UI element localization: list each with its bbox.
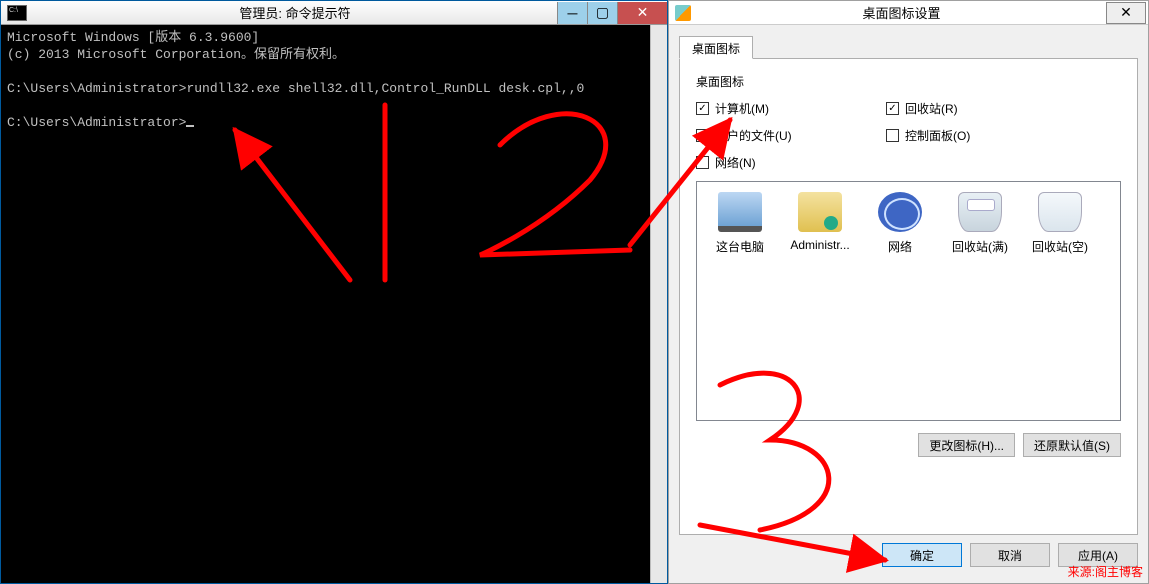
icon-user-files[interactable]: Administr... <box>781 192 859 252</box>
icon-label: 回收站(满) <box>941 238 1019 255</box>
checkbox-icon <box>696 156 709 169</box>
checkbox-label: 用户的文件(U) <box>715 127 792 144</box>
checkbox-icon <box>696 102 709 115</box>
tab-desktop-icons[interactable]: 桌面图标 <box>679 36 753 59</box>
checkbox-icon <box>886 129 899 142</box>
checkbox-computer[interactable]: 计算机(M) <box>696 100 886 117</box>
desktop-icon-settings-dialog: 桌面图标设置 ✕ 桌面图标 桌面图标 计算机(M) 回收站(R) <box>668 0 1149 584</box>
maximize-button[interactable]: ▢ <box>587 2 617 24</box>
checkbox-userfiles[interactable]: 用户的文件(U) <box>696 127 886 144</box>
checkbox-icon <box>696 129 709 142</box>
user-folder-icon <box>798 192 842 232</box>
cmd-titlebar[interactable]: 管理员: 命令提示符 ─ ▢ ✕ <box>1 1 667 25</box>
icon-list[interactable]: 这台电脑 Administr... 网络 回收站(满) <box>696 181 1121 421</box>
checkbox-network[interactable]: 网络(N) <box>696 154 886 171</box>
scrollbar[interactable] <box>650 25 667 583</box>
dialog-title: 桌面图标设置 <box>697 3 1106 22</box>
icon-recycle-full[interactable]: 回收站(满) <box>941 192 1019 255</box>
cmd-cursor <box>186 125 194 127</box>
checkbox-label: 网络(N) <box>715 154 756 171</box>
cmd-output[interactable]: Microsoft Windows [版本 6.3.9600] (c) 2013… <box>1 25 650 583</box>
close-button[interactable]: ✕ <box>617 2 667 24</box>
checkbox-label: 控制面板(O) <box>905 127 970 144</box>
icon-network[interactable]: 网络 <box>861 192 939 255</box>
cmd-prompt: C:\Users\Administrator> <box>7 115 186 130</box>
cmd-line: Microsoft Windows [版本 6.3.9600] <box>7 30 259 45</box>
group-title: 桌面图标 <box>696 73 1121 90</box>
recycle-full-icon <box>958 192 1002 232</box>
checkbox-control-panel[interactable]: 控制面板(O) <box>886 127 1076 144</box>
cmd-line: (c) 2013 Microsoft Corporation。保留所有权利。 <box>7 47 345 62</box>
dialog-close-button[interactable]: ✕ <box>1106 2 1146 24</box>
icon-this-pc[interactable]: 这台电脑 <box>701 192 779 255</box>
icon-label: Administr... <box>781 238 859 252</box>
cmd-prompt: C:\Users\Administrator> <box>7 81 186 96</box>
cmd-command: rundll32.exe shell32.dll,Control_RunDLL … <box>186 81 584 96</box>
computer-icon <box>718 192 762 232</box>
recycle-empty-icon <box>1038 192 1082 232</box>
checkbox-icon <box>886 102 899 115</box>
cmd-title: 管理员: 命令提示符 <box>33 3 557 22</box>
dialog-titlebar[interactable]: 桌面图标设置 ✕ <box>669 1 1148 25</box>
dialog-icon <box>675 5 691 21</box>
icon-label: 回收站(空) <box>1021 238 1099 255</box>
icon-recycle-empty[interactable]: 回收站(空) <box>1021 192 1099 255</box>
icon-label: 这台电脑 <box>701 238 779 255</box>
ok-button[interactable]: 确定 <box>882 543 962 567</box>
cmd-window: 管理员: 命令提示符 ─ ▢ ✕ Microsoft Windows [版本 6… <box>0 0 668 584</box>
network-icon <box>878 192 922 232</box>
checkbox-recycle[interactable]: 回收站(R) <box>886 100 1076 117</box>
watermark: 来源:阁主博客 <box>1068 563 1143 580</box>
cancel-button[interactable]: 取消 <box>970 543 1050 567</box>
checkbox-label: 计算机(M) <box>715 100 769 117</box>
checkbox-label: 回收站(R) <box>905 100 958 117</box>
minimize-button[interactable]: ─ <box>557 2 587 24</box>
change-icon-button[interactable]: 更改图标(H)... <box>918 433 1015 457</box>
cmd-icon <box>7 5 27 21</box>
icon-label: 网络 <box>861 238 939 255</box>
tab-page: 桌面图标 计算机(M) 回收站(R) 用户的文件(U) <box>679 58 1138 535</box>
restore-default-button[interactable]: 还原默认值(S) <box>1023 433 1121 457</box>
